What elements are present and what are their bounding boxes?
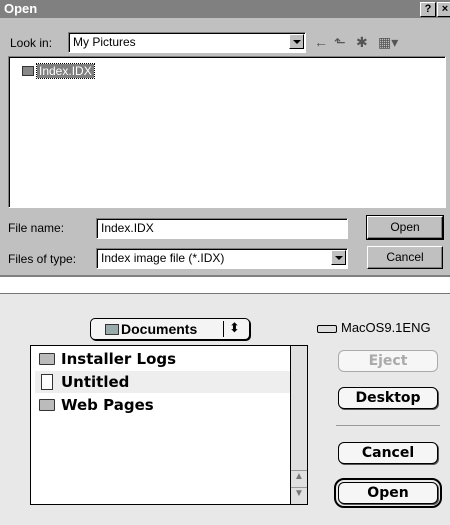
look-in-value: My Pictures (73, 35, 136, 49)
dialog-title: Open (4, 1, 38, 16)
folder-icon (39, 399, 55, 411)
back-icon[interactable]: ← (314, 34, 328, 50)
disk-icon (317, 324, 337, 333)
look-in-label: Look in: (10, 36, 53, 50)
popup-divider (223, 321, 224, 337)
up-folder-icon[interactable]: ⬑ (334, 34, 346, 51)
open-button[interactable]: Open (366, 215, 444, 240)
files-of-type-combo[interactable]: Index image file (*.IDX) (96, 248, 348, 269)
look-in-dropdown-button[interactable] (289, 34, 304, 49)
list-item[interactable]: Untitled (35, 371, 291, 393)
list-item-label: Web Pages (61, 396, 154, 414)
files-of-type-dropdown-button[interactable] (331, 250, 346, 265)
button-divider (336, 425, 440, 426)
file-list[interactable] (8, 56, 446, 208)
file-name-label: File name: (8, 221, 65, 235)
files-of-type-label: Files of type: (8, 252, 77, 266)
scroll-up-arrow-icon[interactable]: ▲ (291, 470, 307, 487)
popup-arrows-icon: ⬍ (229, 320, 240, 335)
file-item-name: Index.IDX (36, 63, 95, 79)
scroll-down-arrow-icon[interactable]: ▼ (291, 487, 307, 504)
close-button[interactable]: × (437, 2, 450, 17)
list-item-label: Installer Logs (61, 350, 177, 368)
cancel-button[interactable]: Cancel (367, 246, 443, 269)
file-name-value: Index.IDX (101, 221, 154, 235)
image-file-icon (22, 66, 34, 76)
cancel-button[interactable]: Cancel (338, 442, 438, 464)
files-of-type-value: Index image file (*.IDX) (101, 251, 225, 265)
eject-button[interactable]: Eject (338, 350, 438, 372)
file-list[interactable]: Installer Logs Untitled Web Pages ▲ ▼ (30, 345, 308, 505)
location-popup-label: Documents (121, 321, 198, 337)
title-bar[interactable]: Open ? × (0, 0, 450, 18)
look-in-combo[interactable]: My Pictures (68, 32, 306, 53)
windows-open-dialog: Open ? × Look in: My Pictures ← ⬑ ✱ ▦▾ I… (0, 0, 450, 277)
list-item[interactable]: Web Pages (35, 394, 291, 416)
list-item[interactable]: Installer Logs (35, 348, 291, 370)
new-folder-icon[interactable]: ✱ (356, 34, 368, 51)
list-item-label: Untitled (61, 373, 130, 391)
scrollbar[interactable]: ▲ ▼ (290, 346, 307, 504)
desktop-button[interactable]: Desktop (338, 387, 438, 409)
file-name-field[interactable]: Index.IDX (96, 218, 348, 239)
folder-icon (39, 353, 55, 365)
location-popup[interactable]: Documents ⬍ (90, 318, 250, 340)
volume-name: MacOS9.1ENG (341, 320, 431, 335)
volume-indicator: MacOS9.1ENG (317, 320, 431, 335)
folder-icon (105, 324, 119, 335)
open-button[interactable]: Open (334, 478, 442, 508)
help-button[interactable]: ? (420, 2, 436, 17)
view-menu-icon[interactable]: ▦▾ (378, 34, 398, 51)
document-icon (41, 374, 53, 390)
